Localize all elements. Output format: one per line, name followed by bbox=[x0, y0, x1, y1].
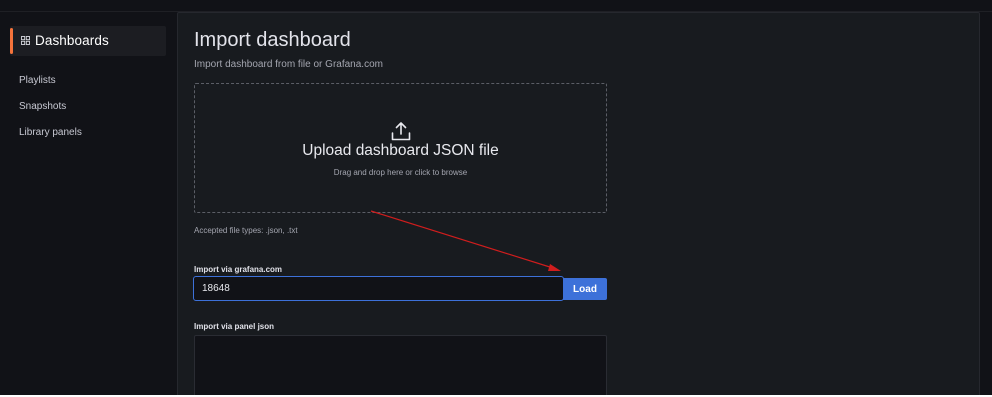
sidebar-item-snapshots[interactable]: Snapshots bbox=[19, 101, 66, 112]
active-indicator bbox=[10, 28, 13, 54]
upload-icon bbox=[391, 122, 411, 141]
accepted-file-types: Accepted file types: .json, .txt bbox=[194, 226, 298, 235]
apps-grid-icon bbox=[21, 36, 30, 45]
sidebar-item-label: Dashboards bbox=[35, 33, 109, 48]
sidebar-item-library-panels[interactable]: Library panels bbox=[19, 127, 82, 138]
panel-json-label: Import via panel json bbox=[194, 322, 275, 331]
panel-json-textarea[interactable] bbox=[194, 335, 607, 397]
sidebar: Dashboards Playlists Snapshots Library p… bbox=[0, 12, 172, 397]
load-button[interactable]: Load bbox=[563, 278, 607, 300]
upload-title: Upload dashboard JSON file bbox=[302, 142, 499, 159]
sidebar-item-dashboards[interactable]: Dashboards bbox=[10, 26, 166, 56]
grafana-com-label: Import via grafana.com bbox=[194, 265, 283, 274]
page-subtitle: Import dashboard from file or Grafana.co… bbox=[194, 59, 383, 70]
upload-dropzone[interactable]: Upload dashboard JSON file Drag and drop… bbox=[194, 83, 607, 213]
page-title: Import dashboard bbox=[194, 29, 351, 51]
grafana-com-id-input[interactable] bbox=[193, 276, 564, 301]
upload-hint: Drag and drop here or click to browse bbox=[333, 168, 468, 177]
sidebar-item-playlists[interactable]: Playlists bbox=[19, 75, 56, 86]
top-bar bbox=[0, 0, 992, 12]
